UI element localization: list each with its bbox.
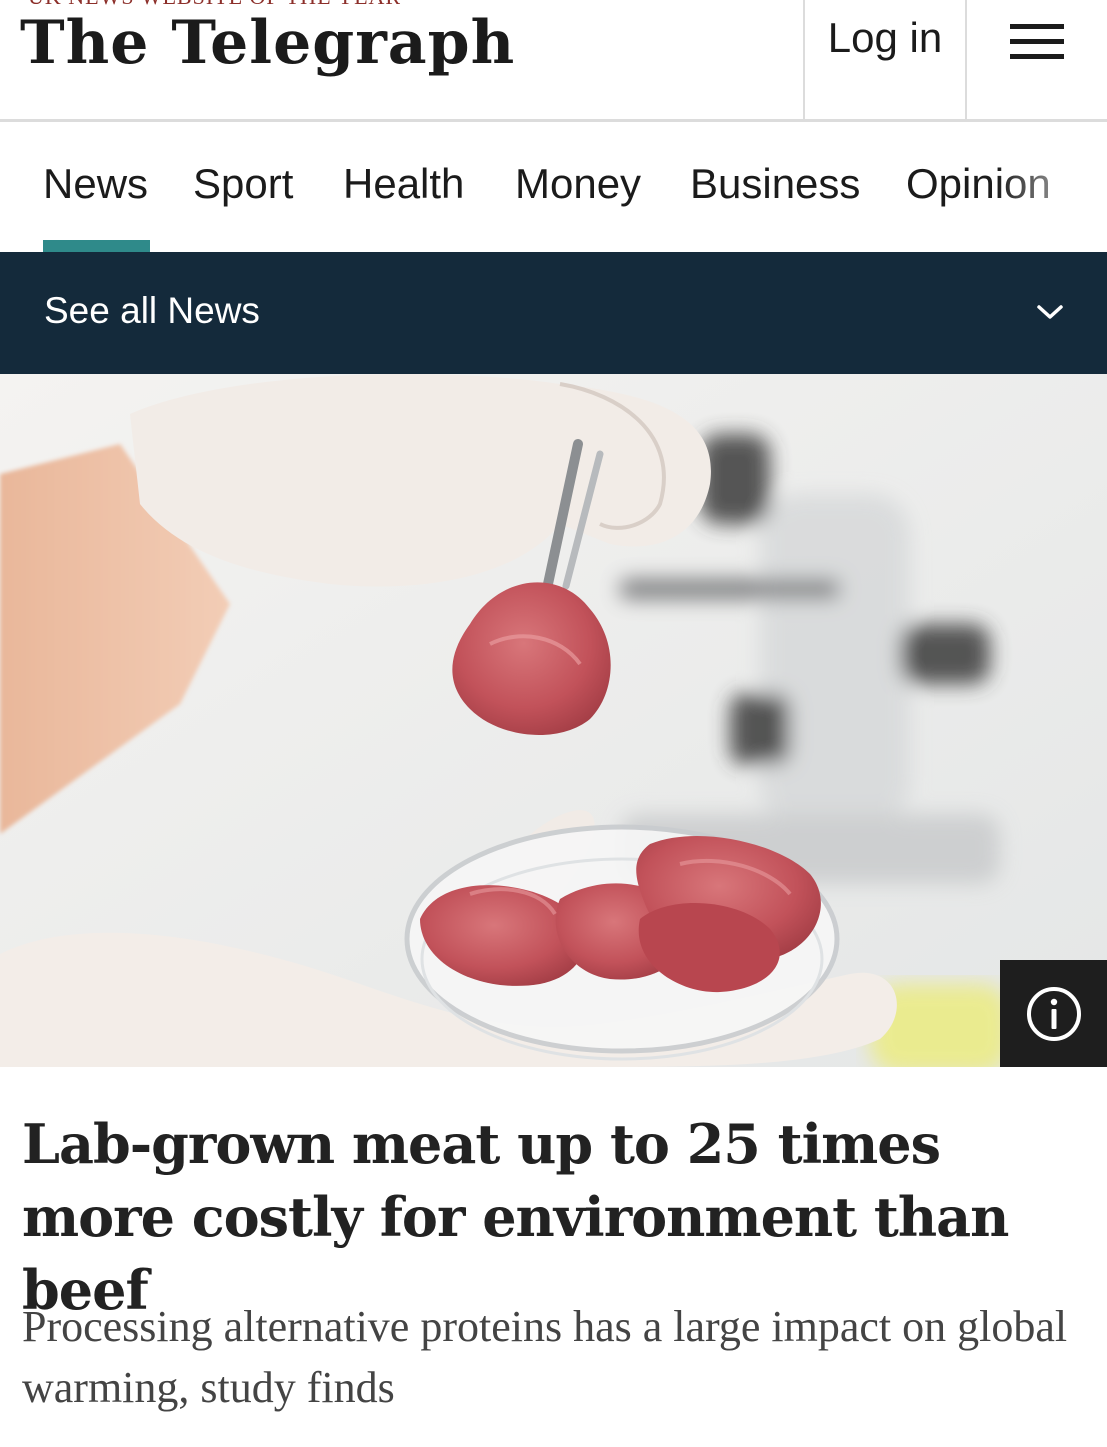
site-logo[interactable]: The Telegraph	[20, 8, 515, 78]
tab-news[interactable]: News	[43, 160, 148, 208]
menu-button[interactable]	[967, 0, 1107, 122]
active-tab-indicator	[43, 240, 150, 252]
tab-sport[interactable]: Sport	[193, 160, 293, 208]
login-button[interactable]: Log in	[803, 0, 967, 122]
masthead: UK NEWS WEBSITE OF THE YEAR The Telegrap…	[0, 0, 1107, 122]
hero-image	[0, 374, 1107, 1067]
article-headline[interactable]: Lab-grown meat up to 25 times more costl…	[22, 1108, 1082, 1327]
tab-health[interactable]: Health	[343, 160, 464, 208]
primary-nav: News Sport Health Money Business Opinion	[0, 122, 1107, 252]
tab-business[interactable]: Business	[690, 160, 860, 208]
chevron-down-icon	[1037, 305, 1063, 319]
info-icon	[1026, 986, 1081, 1041]
tab-money[interactable]: Money	[515, 160, 641, 208]
section-dropdown[interactable]: See all News	[0, 252, 1107, 374]
section-dropdown-label: See all News	[44, 290, 260, 331]
lab-meat-photo	[0, 374, 1107, 1067]
tab-opinion[interactable]: Opinion	[906, 160, 1051, 208]
article-standfirst: Processing alternative proteins has a la…	[22, 1302, 1068, 1412]
hamburger-menu-icon	[1010, 24, 1064, 60]
image-info-button[interactable]	[1000, 960, 1107, 1067]
